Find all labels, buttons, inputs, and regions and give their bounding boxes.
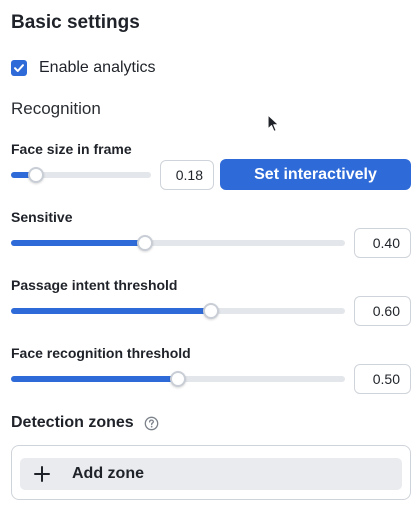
check-icon — [14, 64, 24, 72]
recognition-section-title: Recognition — [11, 99, 101, 118]
detection-zones-panel: Add zone — [11, 445, 411, 500]
enable-analytics-checkbox[interactable] — [11, 60, 27, 76]
face-recognition-slider[interactable] — [11, 371, 345, 387]
add-zone-label: Add zone — [72, 465, 144, 482]
sensitive-label: Sensitive — [11, 209, 73, 225]
plus-icon — [34, 466, 50, 482]
face-size-label: Face size in frame — [11, 141, 132, 157]
question-circle-icon[interactable] — [144, 416, 159, 431]
face-size-slider[interactable] — [11, 167, 151, 183]
slider-thumb[interactable] — [28, 167, 44, 183]
passage-intent-label: Passage intent threshold — [11, 277, 178, 293]
slider-fill — [11, 240, 145, 246]
face-recognition-value[interactable]: 0.50 — [354, 364, 411, 394]
passage-intent-value[interactable]: 0.60 — [354, 296, 411, 326]
page-title: Basic settings — [11, 12, 140, 33]
sensitive-value[interactable]: 0.40 — [354, 228, 411, 258]
passage-intent-slider[interactable] — [11, 303, 345, 319]
slider-thumb[interactable] — [170, 371, 186, 387]
enable-analytics-label: Enable analytics — [39, 59, 156, 76]
analytics-toggle[interactable]: Enable analytics — [11, 58, 156, 78]
detection-zones-title: Detection zones — [11, 414, 159, 432]
face-recognition-label: Face recognition threshold — [11, 345, 191, 361]
mouse-pointer-icon — [267, 114, 281, 139]
face-size-value[interactable]: 0.18 — [160, 160, 214, 190]
slider-fill — [11, 376, 178, 382]
slider-thumb[interactable] — [137, 235, 153, 251]
slider-fill — [11, 308, 211, 314]
set-interactively-button[interactable]: Set interactively — [220, 159, 411, 190]
slider-thumb[interactable] — [203, 303, 219, 319]
add-zone-button[interactable]: Add zone — [20, 458, 402, 490]
sensitive-slider[interactable] — [11, 235, 345, 251]
detection-zones-label: Detection zones — [11, 414, 134, 431]
